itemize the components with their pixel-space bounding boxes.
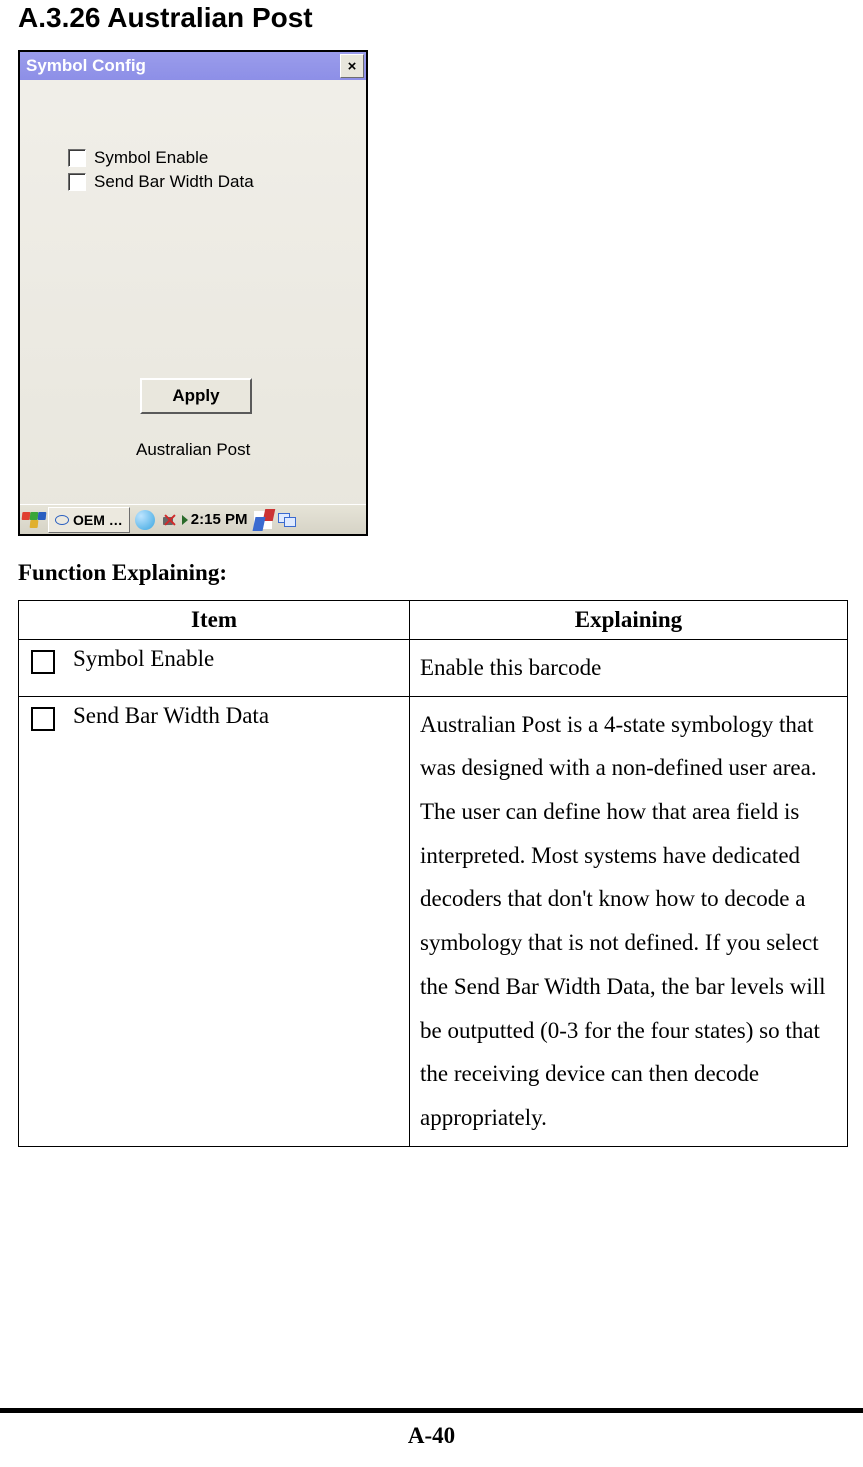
page-footer: A-40 [0,1408,863,1449]
panel-label: Australian Post [136,440,250,460]
doc-checkbox-icon [31,707,55,731]
checkbox-area: Symbol Enable Send Bar Width Data [68,148,366,192]
taskbar-app-button[interactable]: OEM … [48,507,130,533]
app-icon [55,515,69,525]
taskbar: OEM … 2:15 PM [20,504,366,534]
doc-checkbox-icon [31,650,55,674]
close-button[interactable]: × [340,54,364,78]
table-item-label: Symbol Enable [73,646,214,672]
checkbox-label: Send Bar Width Data [94,172,254,192]
function-table: Item Explaining Symbol Enable Enable thi… [18,600,848,1147]
table-explaining-text: Australian Post is a 4-state symbology t… [420,703,837,1140]
table-row: Send Bar Width Data Australian Post is a… [19,696,848,1146]
apply-button[interactable]: Apply [140,378,252,414]
function-explaining-heading: Function Explaining: [18,560,845,586]
table-header-item: Item [19,601,410,640]
network-tray-icon[interactable] [277,511,297,529]
window-title: Symbol Config [26,56,340,76]
page: A.3.26 Australian Post Symbol Config × S… [0,0,863,1467]
taskbar-clock[interactable]: 2:15 PM [191,511,248,528]
windows-logo-icon [30,520,39,528]
checkbox-send-bar-width[interactable] [68,173,86,191]
table-header-explaining: Explaining [410,601,848,640]
taskbar-app-label: OEM … [73,512,123,528]
section-heading: A.3.26 Australian Post [18,0,845,34]
connection-disabled-icon[interactable] [161,511,179,529]
checkbox-row: Send Bar Width Data [68,172,366,192]
expand-tray-icon[interactable] [182,515,188,525]
network-globe-icon[interactable] [135,510,155,530]
checkbox-symbol-enable[interactable] [68,149,86,167]
footer-rule [0,1408,863,1413]
apply-button-label: Apply [172,386,219,406]
windows-logo-icon [38,512,47,520]
close-icon: × [348,59,357,74]
page-number: A-40 [0,1423,863,1449]
screenshot-window: Symbol Config × Symbol Enable Send Bar W… [18,50,368,536]
checkbox-label: Symbol Enable [94,148,208,168]
checkbox-row: Symbol Enable [68,148,366,168]
table-explaining-text: Enable this barcode [420,646,837,690]
start-button[interactable] [22,508,46,532]
table-item-label: Send Bar Width Data [73,703,269,729]
calendar-tray-icon[interactable] [253,511,273,529]
titlebar: Symbol Config × [20,52,366,80]
table-row: Symbol Enable Enable this barcode [19,640,848,697]
